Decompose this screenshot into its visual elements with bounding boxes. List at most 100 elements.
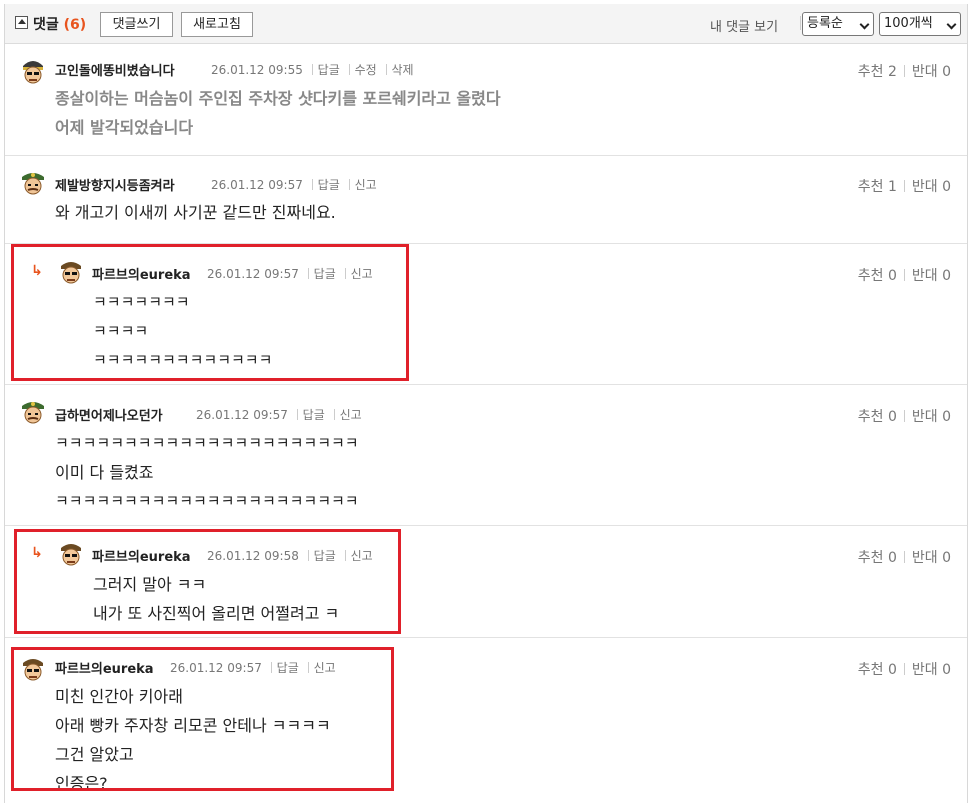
comment-line: 인증은?: [55, 774, 108, 793]
recommend-button[interactable]: 추천 1: [858, 179, 897, 195]
vote-divider: [903, 410, 905, 422]
meta-divider: [311, 64, 313, 75]
sort-order-select[interactable]: 등록순: [802, 12, 874, 36]
vote-divider: [903, 663, 905, 675]
chevron-down-icon: [859, 19, 870, 30]
vote-divider: [903, 551, 905, 563]
comment-author[interactable]: 고인돌에똥비볐습니다: [55, 60, 175, 79]
comment-line: 이미 다 들켰죠: [55, 463, 154, 482]
comment-item: 급하면어제나오던가 26.01.12 09:57 답글 신고 추천 0 반대 0 …: [5, 385, 967, 526]
comment-section: 댓글 (6) 댓글쓰기 새로고침 내 댓글 보기 등록순 100개씩 고인돌에똥…: [4, 4, 968, 803]
recommend-button[interactable]: 추천 0: [858, 268, 897, 284]
comment-body: 종살이하는 머슴놈이 주인집 주차장 샷다키를 포르쉐키라고 올렸다 어제 발각…: [55, 84, 501, 142]
recommend-button[interactable]: 추천 2: [858, 64, 897, 80]
comment-body: ㅋㅋㅋㅋㅋㅋㅋㅋㅋㅋㅋㅋㅋㅋㅋㅋㅋㅋㅋㅋㅋㅋ 이미 다 들켰죠 ㅋㅋㅋㅋㅋㅋㅋㅋ…: [55, 429, 359, 516]
comment-meta: 26.01.12 09:57 답글 신고: [196, 406, 362, 423]
comment-meta: 26.01.12 09:57 답글 신고: [170, 659, 336, 676]
my-comments-link[interactable]: 내 댓글 보기: [710, 16, 778, 35]
comment-line: 미친 인간아 키아래: [55, 687, 183, 706]
comment-line: 그건 알았고: [55, 745, 134, 764]
comment-line: 와 개고기 이새끼 사기꾼 같드만 진짜네요.: [55, 203, 336, 222]
meta-divider: [307, 662, 309, 673]
oppose-button[interactable]: 반대 0: [912, 550, 951, 566]
comment-line: 어제 발각되었습니다: [55, 118, 194, 137]
oppose-button[interactable]: 반대 0: [912, 409, 951, 425]
page-size-select[interactable]: 100개씩: [879, 12, 961, 36]
comment-date: 26.01.12 09:57: [170, 661, 262, 675]
comment-header-title: 댓글: [33, 17, 59, 33]
comment-author[interactable]: 파르브의eureka: [92, 546, 191, 565]
comment-line: 종살이하는 머슴놈이 주인집 주차장 샷다키를 포르쉐키라고 올렸다: [55, 89, 501, 108]
meta-divider: [311, 179, 313, 190]
comment-meta: 26.01.12 09:55 답글 수정 삭제: [211, 61, 414, 78]
comment-line: ㅋㅋㅋㅋㅋㅋㅋㅋㅋㅋㅋㅋㅋㅋㅋㅋㅋㅋㅋㅋㅋㅋ: [55, 434, 359, 452]
report-link[interactable]: 신고: [355, 178, 377, 192]
comment-meta: 26.01.12 09:57 답글 신고: [211, 176, 377, 193]
comment-meta: 26.01.12 09:58 답글 신고: [207, 547, 373, 564]
meta-divider: [344, 268, 346, 279]
meta-divider: [385, 64, 387, 75]
comment-date: 26.01.12 09:57: [207, 267, 299, 281]
report-link[interactable]: 신고: [340, 408, 362, 422]
oppose-button[interactable]: 반대 0: [912, 662, 951, 678]
oppose-button[interactable]: 반대 0: [912, 268, 951, 284]
comment-item: 고인돌에똥비볐습니다 26.01.12 09:55 답글 수정 삭제 추천 2 반…: [5, 45, 967, 156]
sort-order-value: 등록순: [807, 16, 843, 31]
comment-line: ㅋㅋㅋㅋㅋㅋㅋㅋㅋㅋㅋㅋㅋㅋㅋㅋㅋㅋㅋㅋㅋㅋ: [55, 492, 359, 510]
reply-item: ↳ 파르브의eureka 26.01.12 09:58 답글 신고 추천 0 반대…: [5, 526, 967, 638]
refresh-button[interactable]: 새로고침: [181, 12, 253, 37]
oppose-button[interactable]: 반대 0: [912, 64, 951, 80]
comment-line: ㅋㅋㅋㅋ: [93, 322, 149, 340]
reply-item: ↳ 파르브의eureka 26.01.12 09:57 답글 신고 추천 0 반대…: [5, 244, 967, 385]
comment-body: 미친 인간아 키아래 아래 빵카 주자창 리모콘 안테나 ㅋㅋㅋㅋ 그건 알았고…: [55, 682, 331, 798]
comment-meta: 26.01.12 09:57 답글 신고: [207, 265, 373, 282]
comment-date: 26.01.12 09:58: [207, 549, 299, 563]
comment-body: 와 개고기 이새끼 사기꾼 같드만 진짜네요.: [55, 198, 336, 227]
write-comment-button[interactable]: 댓글쓰기: [100, 12, 173, 37]
vote-divider: [903, 269, 905, 281]
comment-author[interactable]: 급하면어제나오던가: [55, 405, 163, 424]
comment-author[interactable]: 파르브의eureka: [92, 264, 191, 283]
comment-toolbar: 댓글 (6) 댓글쓰기 새로고침 내 댓글 보기 등록순 100개씩: [5, 4, 967, 44]
avatar-icon: [22, 173, 44, 195]
meta-divider: [270, 662, 272, 673]
comment-line: 아래 빵카 주자창 리모콘 안테나 ㅋㅋㅋㅋ: [55, 716, 331, 735]
oppose-button[interactable]: 반대 0: [912, 179, 951, 195]
report-link[interactable]: 신고: [351, 267, 373, 281]
avatar-icon: [61, 544, 81, 566]
delete-link[interactable]: 삭제: [392, 63, 414, 77]
meta-divider: [307, 268, 309, 279]
meta-divider: [307, 550, 309, 561]
vote-box: 추천 2 반대 0: [858, 61, 951, 81]
reply-link[interactable]: 답글: [318, 63, 340, 77]
reply-link[interactable]: 답글: [314, 549, 336, 563]
comment-author[interactable]: 파르브의eureka: [55, 658, 154, 677]
comment-date: 26.01.12 09:57: [196, 408, 288, 422]
comment-body: 그러지 말아 ㅋㅋ 내가 또 사진찍어 올리면 어쩔려고 ㅋ: [93, 570, 339, 628]
vote-divider: [903, 65, 905, 77]
meta-divider: [296, 409, 298, 420]
reply-link[interactable]: 답글: [318, 178, 340, 192]
page-size-value: 100개씩: [884, 16, 933, 31]
comment-line: 내가 또 사진찍어 올리면 어쩔려고 ㅋ: [93, 604, 340, 623]
reply-link[interactable]: 답글: [314, 267, 336, 281]
comment-date: 26.01.12 09:57: [211, 178, 303, 192]
reply-arrow-icon: ↳: [31, 263, 43, 279]
collapse-toggle-icon[interactable]: [15, 16, 28, 29]
toolbar-divider: [800, 16, 801, 30]
report-link[interactable]: 신고: [351, 549, 373, 563]
report-link[interactable]: 신고: [314, 661, 336, 675]
recommend-button[interactable]: 추천 0: [858, 409, 897, 425]
comment-count: (6): [63, 17, 87, 33]
chevron-down-icon: [946, 19, 957, 30]
reply-link[interactable]: 답글: [303, 408, 325, 422]
comment-author[interactable]: 제발방향지시등좀켜라: [55, 175, 175, 194]
avatar-icon: [61, 262, 81, 284]
recommend-button[interactable]: 추천 0: [858, 550, 897, 566]
recommend-button[interactable]: 추천 0: [858, 662, 897, 678]
reply-link[interactable]: 답글: [277, 661, 299, 675]
meta-divider: [348, 64, 350, 75]
edit-link[interactable]: 수정: [355, 63, 377, 77]
vote-divider: [903, 180, 905, 192]
vote-box: 추천 0 반대 0: [858, 406, 951, 426]
